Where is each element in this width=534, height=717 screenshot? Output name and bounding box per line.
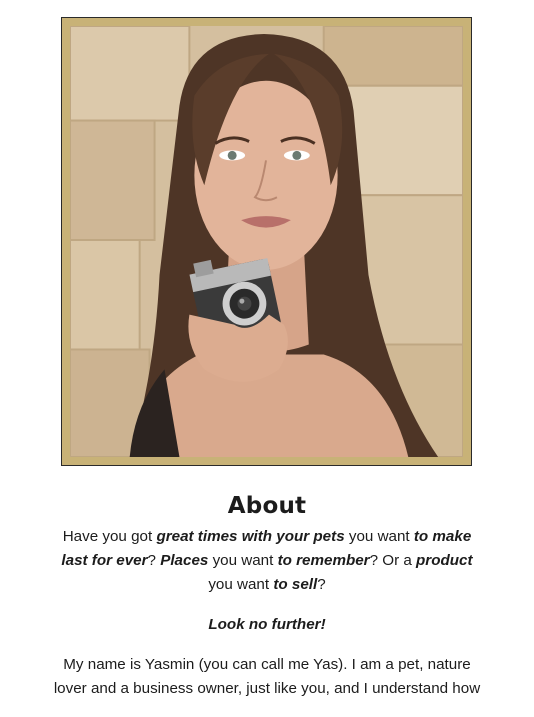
intro-segment: ? Or a — [369, 552, 417, 569]
intro-segment: you want — [344, 528, 414, 545]
intro-segment: to sell — [273, 576, 318, 593]
intro-segment: ? — [147, 552, 161, 569]
intro-segment: great times with your pets — [156, 528, 345, 545]
page: About Have you got great times with your… — [0, 0, 534, 717]
about-cta: Look no further! — [208, 616, 326, 633]
about-heading: About — [227, 493, 307, 519]
intro-segment: Places — [160, 552, 209, 569]
photo-frame — [61, 17, 472, 466]
intro-segment: to remember — [277, 552, 370, 569]
intro-segment: you want — [208, 552, 278, 569]
intro-segment: product — [416, 552, 473, 569]
about-intro: Have you got great times with your pets … — [52, 525, 482, 597]
about-section: About Have you got great times with your… — [52, 493, 482, 701]
about-bio: My name is Yasmin (you can call me Yas).… — [53, 656, 481, 697]
intro-segment: Have you got — [62, 528, 157, 545]
portrait-photo — [70, 26, 463, 457]
intro-segment: you want — [208, 576, 274, 593]
intro-segment: ? — [317, 576, 326, 593]
photo-illustration — [70, 26, 463, 457]
